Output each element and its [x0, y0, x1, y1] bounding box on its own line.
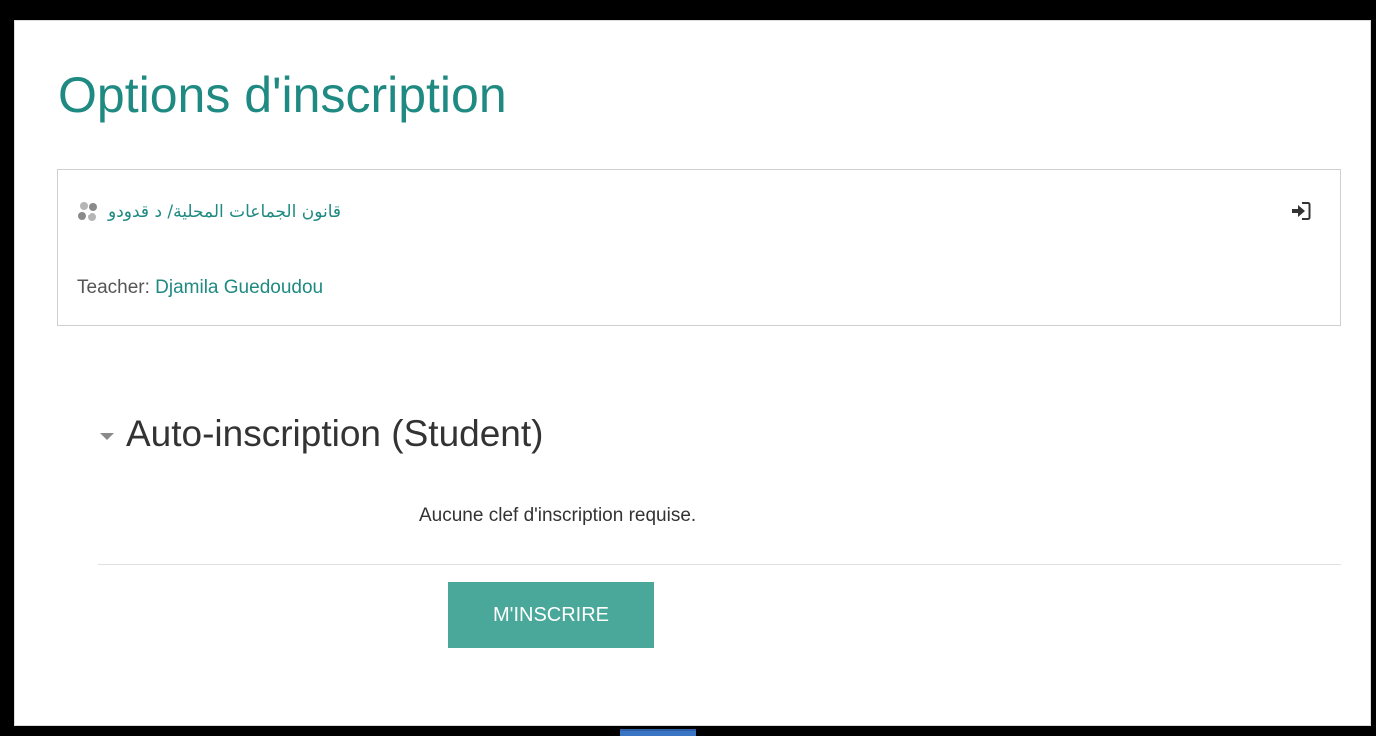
teacher-name-link[interactable]: Djamila Guedoudou — [155, 277, 323, 298]
sign-in-icon[interactable] — [1290, 200, 1312, 222]
divider — [98, 564, 1341, 565]
content-card: Options d'inscription قانون الجماعات الم… — [14, 20, 1371, 736]
partial-element — [620, 729, 696, 736]
course-row: قانون الجماعات المحلية/ د قدودو — [76, 200, 341, 224]
self-enrolment-header[interactable]: Auto-inscription (Student) — [100, 413, 543, 455]
enrol-me-button[interactable]: M'INSCRIRE — [448, 582, 654, 648]
teacher-row: Teacher: Djamila Guedoudou — [77, 277, 323, 299]
page-title: Options d'inscription — [58, 67, 507, 123]
teacher-label: Teacher: — [77, 277, 150, 298]
chevron-down-icon[interactable] — [100, 432, 114, 440]
course-box: قانون الجماعات المحلية/ د قدودو Teacher:… — [57, 169, 1341, 326]
screen-frame: Options d'inscription قانون الجماعات الم… — [11, 11, 1376, 736]
course-cluster-icon — [76, 200, 100, 224]
enrolment-key-info: Aucune clef d'inscription requise. — [419, 505, 697, 526]
course-link[interactable]: قانون الجماعات المحلية/ د قدودو — [108, 202, 341, 222]
self-enrolment-title: Auto-inscription (Student) — [126, 413, 544, 454]
